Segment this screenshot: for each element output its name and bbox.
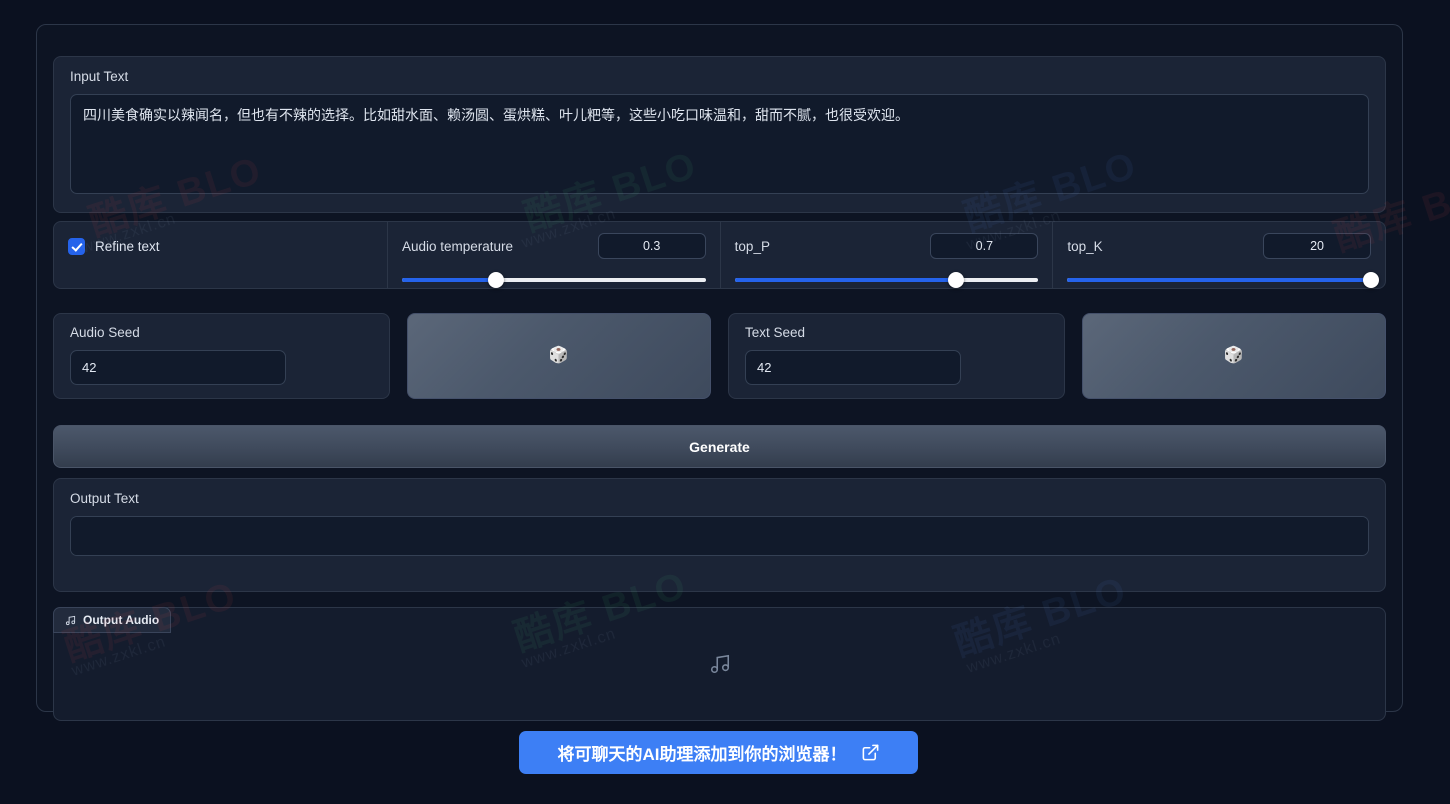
text-seed-label: Text Seed [745,325,1048,341]
output-text-panel: Output Text [53,478,1386,592]
dice-icon: 🎲 [549,348,569,364]
text-seed-randomize-button[interactable]: 🎲 [1082,313,1387,399]
app-root: 酷库 BLO 酷库 BLO 酷库 BLO 酷库 BLO 酷库 BLO 酷库 BL… [0,0,1450,804]
top-k-cell: top_K [1052,222,1385,288]
audio-temperature-header: Audio temperature [402,233,706,259]
refine-text-checkbox[interactable] [68,238,85,255]
seed-row: Audio Seed 🎲 Text Seed 🎲 [53,313,1386,399]
audio-seed-randomize-button[interactable]: 🎲 [407,313,712,399]
refine-text-label: Refine text [95,239,160,254]
audio-seed-panel: Audio Seed [53,313,390,399]
output-text-textarea[interactable] [70,516,1369,556]
add-ai-assistant-label: 将可聊天的AI助理添加到你的浏览器！ [558,740,847,765]
audio-temperature-cell: Audio temperature [387,222,720,288]
top-k-label: top_K [1067,239,1102,254]
output-audio-panel: Output Audio [53,607,1386,721]
text-seed-panel: Text Seed [728,313,1065,399]
audio-seed-label: Audio Seed [70,325,373,341]
input-text-textarea[interactable] [70,94,1369,194]
slider-thumb[interactable] [948,272,964,288]
top-p-cell: top_P [720,222,1053,288]
slider-fill [1067,278,1371,282]
top-p-header: top_P [735,233,1039,259]
output-text-label: Output Text [70,491,1369,507]
parameters-row: Refine text Audio temperature top_P [53,221,1386,289]
audio-temperature-value-input[interactable] [598,233,706,259]
add-ai-assistant-button[interactable]: 将可聊天的AI助理添加到你的浏览器！ [519,731,918,774]
input-text-label: Input Text [70,69,1369,85]
top-p-label: top_P [735,239,770,254]
top-p-slider[interactable] [735,273,1039,287]
audio-temperature-slider[interactable] [402,273,706,287]
input-text-panel: Input Text [53,56,1386,213]
dice-icon: 🎲 [1224,348,1244,364]
slider-fill [402,278,496,282]
slider-thumb[interactable] [488,272,504,288]
external-link-icon [861,743,880,762]
music-note-icon [709,653,731,675]
top-k-header: top_K [1067,233,1371,259]
top-k-value-input[interactable] [1263,233,1371,259]
main-container: Input Text Refine text Audio temperature [36,24,1403,712]
output-audio-placeholder [54,608,1385,720]
refine-text-checkbox-row[interactable]: Refine text [68,238,160,255]
top-p-value-input[interactable] [930,233,1038,259]
slider-thumb[interactable] [1363,272,1379,288]
refine-text-cell: Refine text [54,222,387,288]
audio-temperature-label: Audio temperature [402,239,513,254]
slider-fill [735,278,957,282]
audio-seed-input[interactable] [70,350,286,385]
top-k-slider[interactable] [1067,273,1371,287]
text-seed-input[interactable] [745,350,961,385]
generate-button[interactable]: Generate [53,425,1386,468]
